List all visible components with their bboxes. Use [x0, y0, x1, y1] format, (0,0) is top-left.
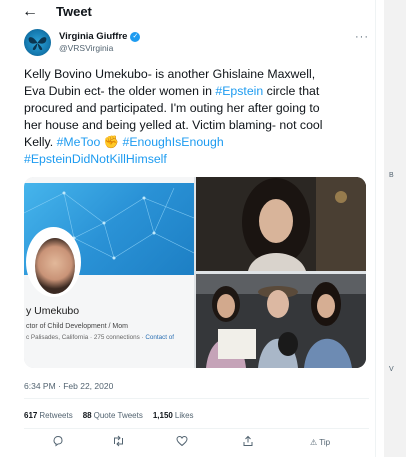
linkedin-contact-link: Contact of [145, 334, 175, 341]
media-photo-woman-portrait[interactable] [196, 177, 366, 271]
portrait-photo [196, 177, 366, 271]
tweet-text-line: her house and being yelled at. Victim bl… [24, 117, 369, 134]
tip-button[interactable]: ⚠ Tip [310, 438, 330, 447]
divider [24, 428, 369, 429]
tweet-text-segment: Eva Dubin ect- the older women in [24, 84, 216, 98]
top-bar: ← Tweet [0, 0, 375, 24]
group-photo [196, 274, 366, 368]
divider [24, 398, 369, 399]
page-title: Tweet [56, 4, 92, 19]
linkedin-role: ctor of Child Development / Mom [26, 323, 128, 330]
hashtag-link[interactable]: #MeToo [57, 135, 101, 149]
stat-count: 617 [24, 411, 38, 420]
right-sidebar-edge [384, 0, 406, 457]
tweet-text-segment: Kelly. [24, 135, 57, 149]
stat-label: Retweets [39, 411, 73, 420]
stat-likes[interactable]: 1,150 Likes [153, 411, 194, 420]
tweet-text-line: Eva Dubin ect- the older women in #Epste… [24, 83, 369, 100]
stat-quote-tweets[interactable]: 88 Quote Tweets [83, 411, 143, 420]
tweet-stats: 617 Retweets 88 Quote Tweets 1,150 Likes [24, 411, 194, 420]
stat-retweets[interactable]: 617 Retweets [24, 411, 73, 420]
tweet-text-line: Kelly Bovino Umekubo- is another Ghislai… [24, 66, 369, 83]
stat-label: Likes [174, 411, 194, 420]
right-sidebar-mark: V [389, 366, 394, 373]
tweet-timestamp[interactable]: 6:34 PM · Feb 22, 2020 [24, 381, 113, 391]
raised-fist-icon: ✊ [100, 135, 120, 149]
tip-icon: ⚠ [310, 438, 318, 447]
linkedin-name: y Umekubo [26, 305, 80, 317]
media-photo-group[interactable] [196, 274, 366, 368]
stat-count: 1,150 [152, 411, 173, 420]
verified-badge-icon: ✓ [130, 31, 141, 42]
divider [375, 0, 376, 457]
author-name[interactable]: Virginia Giuffre ✓ [59, 31, 141, 42]
stat-label: Quote Tweets [93, 411, 143, 420]
profile-face [35, 238, 75, 294]
tweet-text-segment: procured and participated. I'm outing he… [24, 101, 320, 115]
heart-icon[interactable] [176, 435, 188, 450]
tweet-text-line: Kelly. #MeToo ✊ #EnoughIsEnough [24, 134, 369, 151]
tweet-text-line: #EpsteinDidNotKillHimself [24, 151, 369, 168]
author-display-name[interactable]: Virginia Giuffre [59, 31, 127, 42]
author-handle[interactable]: @VRSVirginia [59, 43, 113, 53]
tweet-actions: ⚠ Tip [24, 433, 369, 453]
tweet-text-segment: circle that [263, 84, 320, 98]
author-avatar[interactable] [24, 29, 51, 56]
tip-label: Tip [319, 438, 331, 447]
stat-count: 88 [82, 411, 92, 420]
more-options-icon[interactable]: ··· [355, 31, 369, 43]
right-sidebar-mark: B [389, 172, 394, 179]
linkedin-location: c Palisades, California · 275 connection… [26, 334, 174, 341]
retweet-icon[interactable] [112, 435, 125, 450]
hashtag-link[interactable]: #EpsteinDidNotKillHimself [24, 152, 167, 166]
linkedin-location-text: c Palisades, California · 275 connection… [26, 334, 146, 341]
tweet-text-segment: her house and being yelled at. Victim bl… [24, 118, 323, 132]
tweet-text: Kelly Bovino Umekubo- is another Ghislai… [24, 66, 369, 168]
hashtag-link[interactable]: #EnoughIsEnough [122, 135, 223, 149]
tweet-text-segment: Kelly Bovino Umekubo- is another Ghislai… [24, 67, 316, 81]
back-arrow-icon[interactable]: ← [22, 3, 38, 21]
reply-icon[interactable] [52, 435, 64, 450]
butterfly-icon [28, 37, 47, 50]
tweet-media-grid[interactable]: y Umekubo ctor of Child Development / Mo… [24, 177, 366, 368]
media-linkedin-screenshot[interactable]: y Umekubo ctor of Child Development / Mo… [24, 177, 194, 368]
tweet-text-line: procured and participated. I'm outing he… [24, 100, 369, 117]
share-icon[interactable] [242, 435, 254, 450]
linkedin-profile-photo [26, 227, 81, 297]
hashtag-link[interactable]: #Epstein [215, 84, 263, 98]
